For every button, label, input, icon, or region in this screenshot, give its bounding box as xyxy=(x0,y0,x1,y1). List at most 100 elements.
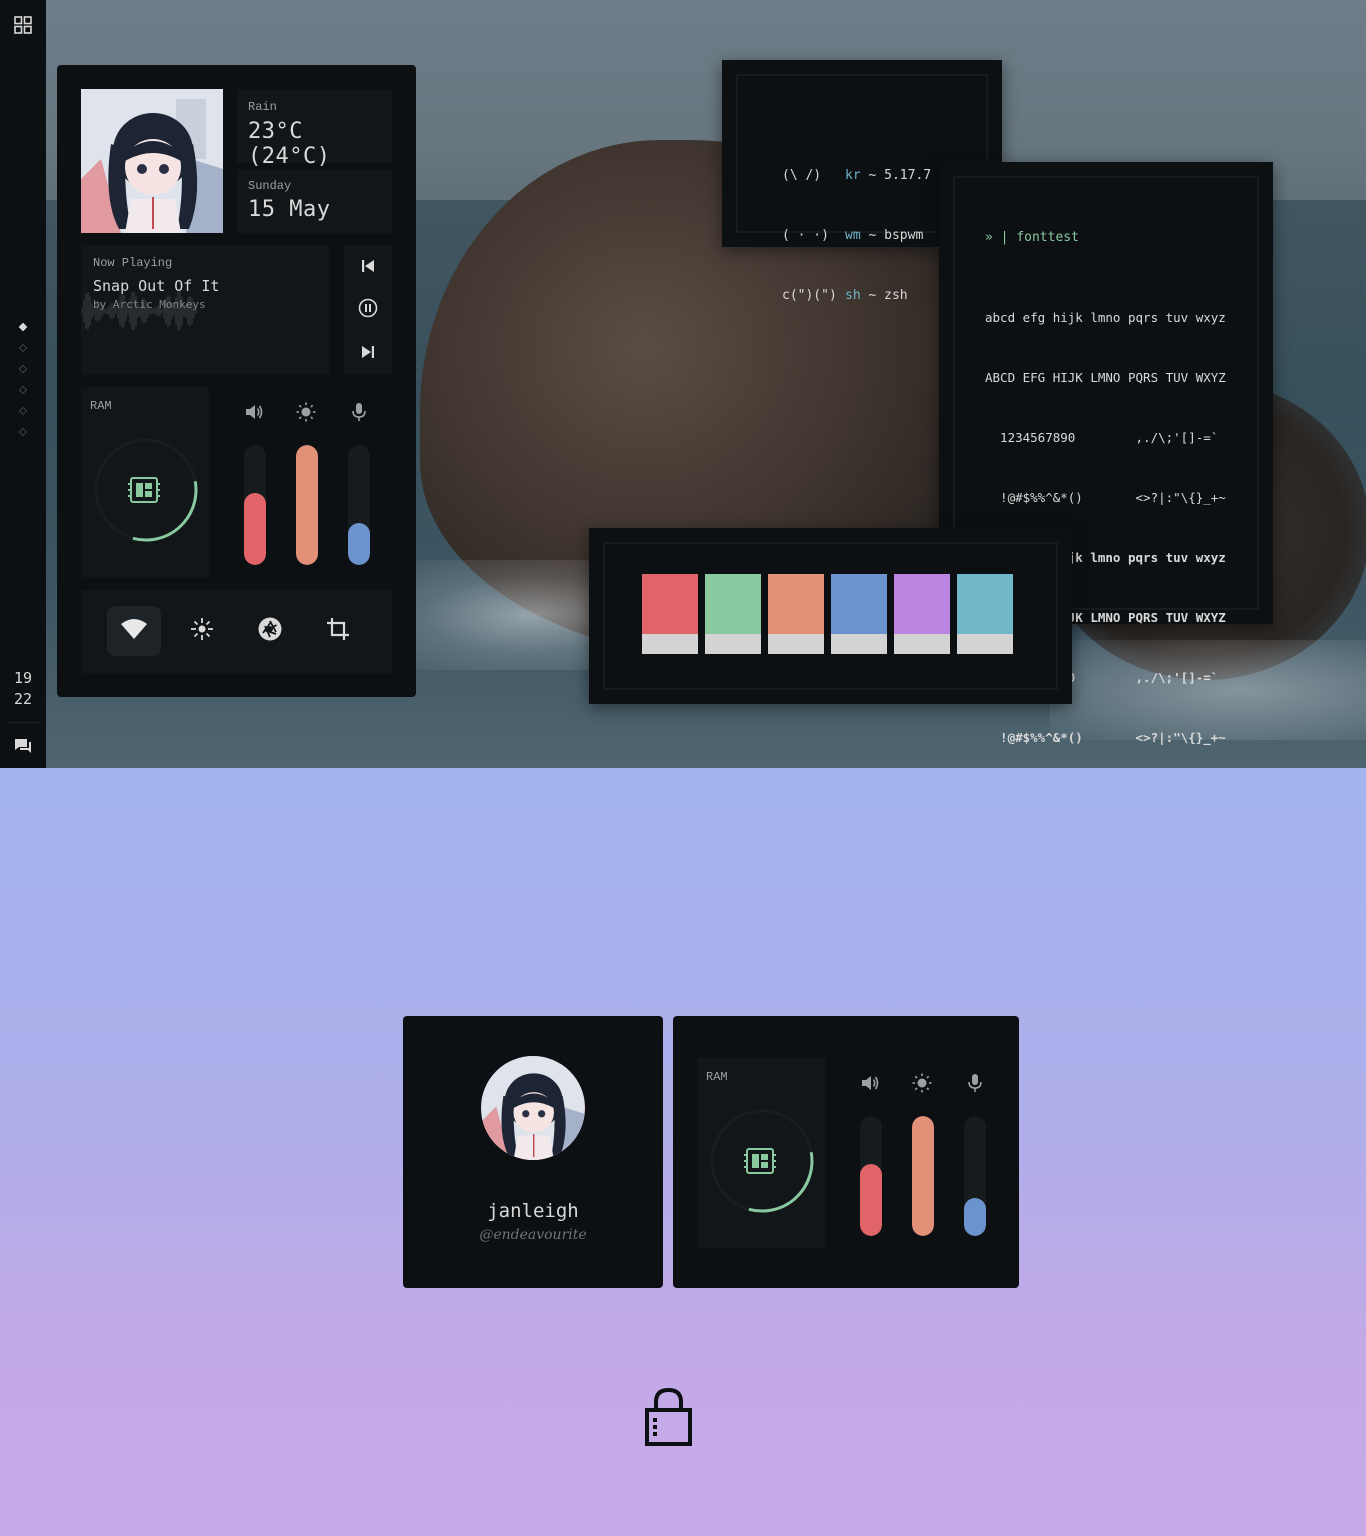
prompt-command: fonttest xyxy=(1016,230,1079,245)
wifi-icon xyxy=(120,618,148,644)
prompt-symbol: » | xyxy=(985,230,1009,245)
volume-icon xyxy=(860,1073,880,1097)
aperture-toggle[interactable] xyxy=(243,606,297,656)
fetch-value: 5.17.7 xyxy=(884,168,932,183)
microphone-icon xyxy=(965,1073,985,1097)
volume-slider[interactable] xyxy=(244,445,266,565)
brightness-icon xyxy=(912,1073,932,1097)
lock-microphone-slider[interactable] xyxy=(964,1116,986,1236)
terminal-prompt: » | fonttest xyxy=(985,228,1079,248)
microphone-slider[interactable] xyxy=(348,445,370,565)
fetch-sep: ~ xyxy=(868,168,877,183)
lock-brightness-slider[interactable] xyxy=(912,1116,934,1236)
waveform-visualizer xyxy=(81,291,197,331)
lock-ram-label: RAM xyxy=(706,1070,728,1084)
volume-slider-fill xyxy=(244,493,266,565)
profile-card: janleigh @endeavourite xyxy=(403,1016,663,1288)
brightness-slider-fill xyxy=(296,445,318,565)
clock: 19 22 xyxy=(0,668,46,710)
song-title: Snap Out Of It xyxy=(93,277,220,295)
lock-ram-widget: RAM xyxy=(697,1058,825,1248)
fetch-value: bspwm xyxy=(884,228,924,243)
color-swatch xyxy=(957,574,1013,654)
dashboard-panel: Rain 23°C (24°C) Sunday 15 May Now Playi… xyxy=(57,65,416,697)
aperture-icon xyxy=(257,616,283,646)
workspace-indicator xyxy=(18,322,28,450)
now-playing-label: Now Playing xyxy=(93,256,173,270)
lock-microphone-slider-fill xyxy=(964,1198,986,1236)
bluetooth-icon xyxy=(189,616,215,646)
color-swatch xyxy=(768,574,824,654)
fetch-value: zsh xyxy=(884,288,908,303)
fetch-row-kernel: kr ~ 5.17.7 xyxy=(845,166,931,186)
weather-temp: 23°C (24°C) xyxy=(248,119,331,169)
memory-icon xyxy=(743,1144,777,1182)
desktop: 19 22 Rain 23°C (24°C) Sunday 15 May Now… xyxy=(0,0,1366,768)
date-text: 15 May xyxy=(248,197,331,222)
next-icon xyxy=(361,344,375,363)
clock-hour: 19 xyxy=(13,669,33,687)
previous-icon xyxy=(361,258,375,277)
fetch-key: wm xyxy=(845,228,861,243)
workspace-dot[interactable] xyxy=(18,364,28,374)
workspace-dot[interactable] xyxy=(18,427,28,437)
fetch-art-line: (\ /) xyxy=(782,168,822,183)
username: janleigh xyxy=(487,1200,579,1222)
fetch-ascii-art: (\ /) ( · ·) c(")(") xyxy=(782,126,837,346)
fetch-row-shell: sh ~ zsh xyxy=(845,286,931,306)
wifi-toggle[interactable] xyxy=(107,606,161,656)
fonttest-line-bold: !@#$%%^&*() <>?|:"\{}_+~ xyxy=(985,730,1226,745)
fetch-row-wm: wm ~ bspwm xyxy=(845,226,931,246)
lockscreen-stats-card: RAM xyxy=(673,1016,1019,1288)
now-playing-widget: Now Playing Snap Out Of It by Arctic Mon… xyxy=(81,245,329,375)
avatar xyxy=(481,1056,585,1160)
lock-icon[interactable] xyxy=(645,1387,692,1450)
fetch-sep: ~ xyxy=(868,288,877,303)
ram-label: RAM xyxy=(90,399,112,413)
brightness-slider[interactable] xyxy=(296,445,318,565)
fetch-sep: ~ xyxy=(868,228,877,243)
memory-icon xyxy=(127,473,161,511)
workspace-dot[interactable] xyxy=(18,385,28,395)
bluetooth-toggle[interactable] xyxy=(175,606,229,656)
pause-button[interactable] xyxy=(344,292,392,328)
palette-window[interactable] xyxy=(589,528,1072,704)
brightness-icon xyxy=(296,402,316,426)
color-swatch xyxy=(642,574,698,654)
weather-widget: Rain 23°C (24°C) xyxy=(237,89,392,169)
chat-icon[interactable] xyxy=(14,738,32,754)
grid-icon[interactable] xyxy=(14,16,32,34)
song-artist: by Arctic Monkeys xyxy=(93,298,206,311)
fonttest-line: 1234567890 ,./\;'[]-=` xyxy=(985,430,1219,445)
fonttest-line: !@#$%%^&*() <>?|:"\{}_+~ xyxy=(985,490,1226,505)
sidebar-divider xyxy=(6,722,40,723)
workspace-dot[interactable] xyxy=(18,406,28,416)
date-day: Sunday xyxy=(248,179,292,193)
crop-icon xyxy=(326,617,350,645)
color-swatch xyxy=(894,574,950,654)
microphone-icon xyxy=(349,402,369,426)
crop-toggle[interactable] xyxy=(311,606,365,656)
quick-settings xyxy=(81,590,392,673)
lock-brightness-slider-fill xyxy=(912,1116,934,1236)
workspace-dot[interactable] xyxy=(18,322,28,332)
user-handle: @endeavourite xyxy=(479,1227,587,1243)
fetch-key: sh xyxy=(845,288,861,303)
color-swatch xyxy=(705,574,761,654)
clock-minute: 22 xyxy=(13,690,33,708)
ram-widget: RAM xyxy=(81,387,209,577)
lockscreen: janleigh @endeavourite RAM xyxy=(0,768,1366,1536)
fetch-info: kr ~ 5.17.7 wm ~ bspwm sh ~ zsh xyxy=(845,126,931,346)
workspace-dot[interactable] xyxy=(18,343,28,353)
previous-button[interactable] xyxy=(344,249,392,285)
lock-volume-slider[interactable] xyxy=(860,1116,882,1236)
album-cover xyxy=(81,89,223,233)
fetch-art-line: ( · ·) xyxy=(782,228,829,243)
color-swatch xyxy=(831,574,887,654)
music-controls xyxy=(344,245,392,375)
sidebar-bar: 19 22 xyxy=(0,0,46,768)
volume-icon xyxy=(244,402,264,426)
fonttest-line: ABCD EFG HIJK LMNO PQRS TUV WXYZ xyxy=(985,370,1226,385)
next-button[interactable] xyxy=(344,335,392,371)
date-widget: Sunday 15 May xyxy=(237,169,392,233)
